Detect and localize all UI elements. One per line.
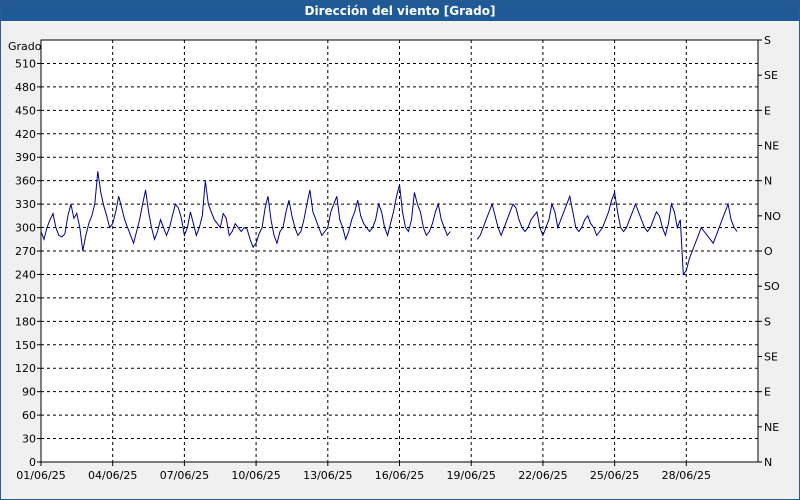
right-tick-label: E [764,104,771,117]
y-tick-label: 30 [22,433,36,446]
y-tick-label: 450 [15,104,36,117]
y-tick-label: 480 [15,81,36,94]
y-tick-label: 300 [15,222,36,235]
right-tick-label: SE [764,69,778,82]
x-tick-label: 19/06/25 [446,469,495,482]
y-axis-ticks: 0 30 60 90 120 150 180 210 240 270 300 330 360 390 420… [15,57,41,469]
y-tick-label: 210 [15,292,36,305]
right-tick-label: NE [764,421,779,434]
y-tick-label: 180 [15,315,36,328]
x-tick-label: 25/06/25 [590,469,639,482]
y-tick-label: 0 [29,456,36,469]
x-tick-label: 13/06/25 [303,469,352,482]
right-tick-label: SE [764,351,778,364]
y-tick-label: 510 [15,57,36,70]
wind-direction-chart: 0 30 60 90 120 150 180 210 240 270 300 330 360 390 420… [8,34,781,482]
y-tick-label: 330 [15,198,36,211]
right-tick-label: NO [764,210,781,223]
right-tick-label: S [764,34,771,47]
y-tick-label: 60 [22,409,36,422]
y-tick-label: 120 [15,362,36,375]
y-tick-label: 90 [22,386,36,399]
y-tick-label: 390 [15,151,36,164]
y-tick-label: 420 [15,128,36,141]
x-tick-label: 22/06/25 [518,469,567,482]
right-tick-label: E [764,386,771,399]
right-tick-label: S [764,315,771,328]
right-tick-label: NE [764,140,779,153]
right-tick-label: SO [764,280,780,293]
x-tick-label: 04/06/25 [88,469,137,482]
x-tick-label: 16/06/25 [375,469,424,482]
right-tick-label: N [764,456,772,469]
x-tick-label: 28/06/25 [662,469,711,482]
x-tick-label: 01/06/25 [16,469,65,482]
right-axis-ticks: N NE E SE S SO O NO N NE E SE S [758,34,781,469]
y-tick-label: 240 [15,268,36,281]
y-tick-label: 360 [15,175,36,188]
x-tick-label: 07/06/25 [160,469,209,482]
right-tick-label: N [764,175,772,188]
x-tick-label: 10/06/25 [231,469,280,482]
y-tick-label: 270 [15,245,36,258]
right-tick-label: O [764,245,773,258]
y-axis-label: Grado [8,40,42,53]
x-axis-ticks: 01/06/25 04/06/25 07/06/25 10/06/25 13/06/25… [16,462,711,482]
y-tick-label: 150 [15,339,36,352]
